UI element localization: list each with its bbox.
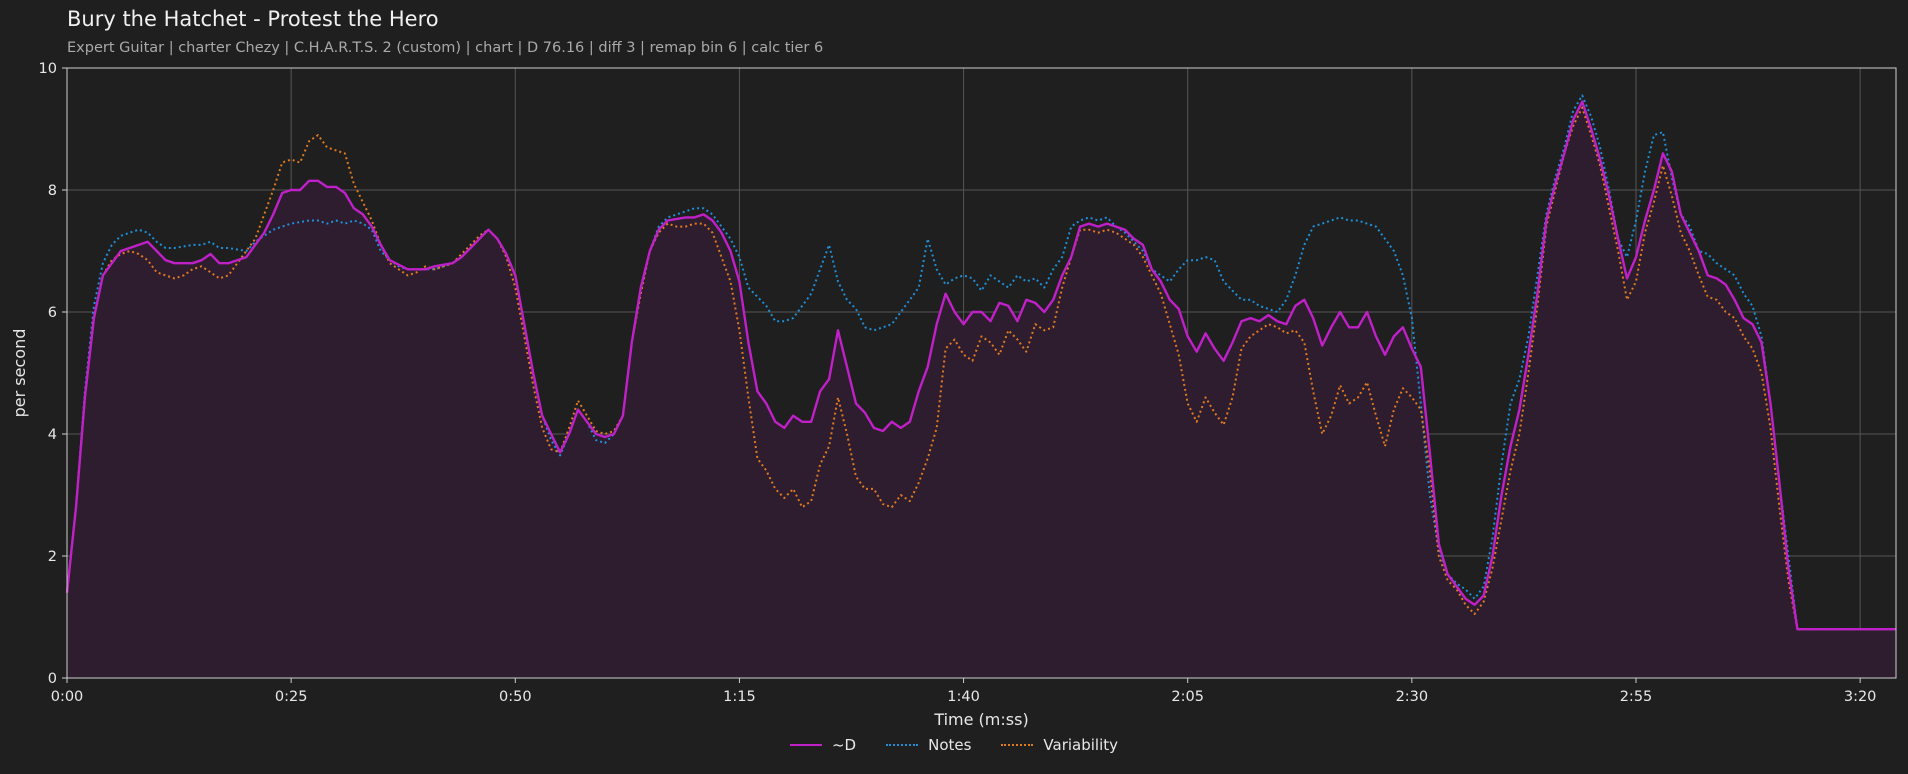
x-tick-label: 3:20 <box>1844 689 1877 705</box>
x-tick-label: 2:55 <box>1620 689 1653 705</box>
series-layer <box>65 94 1896 679</box>
x-tick-label: 0:50 <box>499 689 532 705</box>
y-axis-label: per second <box>10 329 29 418</box>
legend-label-notes: Notes <box>928 736 972 754</box>
chart-canvas: 0:00 0:25 0:50 1:15 1:40 2:05 2:30 2:55 3:20 0 2 4… <box>10 61 1897 729</box>
legend-swatch-variability <box>1001 744 1034 746</box>
x-tick-label: 1:40 <box>947 689 980 705</box>
y-tick-label: 6 <box>48 305 57 321</box>
legend-label-d: ~D <box>831 736 857 754</box>
legend-item-d: ~D <box>789 736 857 754</box>
legend-swatch-d <box>789 744 822 746</box>
legend-item-variability: Variability <box>1001 736 1118 754</box>
x-axis-ticks: 0:00 0:25 0:50 1:15 1:40 2:05 2:30 2:55 3:20 <box>51 678 1877 705</box>
y-tick-label: 0 <box>48 671 57 687</box>
series-fill-d <box>67 101 1896 679</box>
y-axis-ticks: 0 2 4 6 8 10 <box>39 61 67 687</box>
legend-item-notes: Notes <box>886 736 971 754</box>
x-tick-label: 0:00 <box>51 689 84 705</box>
y-tick-label: 10 <box>39 61 57 77</box>
x-tick-label: 0:25 <box>275 689 308 705</box>
legend-swatch-notes <box>886 744 919 746</box>
legend: ~D Notes Variability <box>0 736 1908 754</box>
x-tick-label: 2:30 <box>1396 689 1429 705</box>
y-tick-label: 4 <box>48 427 57 443</box>
legend-label-variability: Variability <box>1043 736 1119 754</box>
y-tick-label: 8 <box>48 183 57 199</box>
y-tick-label: 2 <box>48 549 57 565</box>
x-axis-label: Time (m:ss) <box>933 710 1028 729</box>
x-tick-label: 2:05 <box>1171 689 1204 705</box>
x-tick-label: 1:15 <box>723 689 756 705</box>
